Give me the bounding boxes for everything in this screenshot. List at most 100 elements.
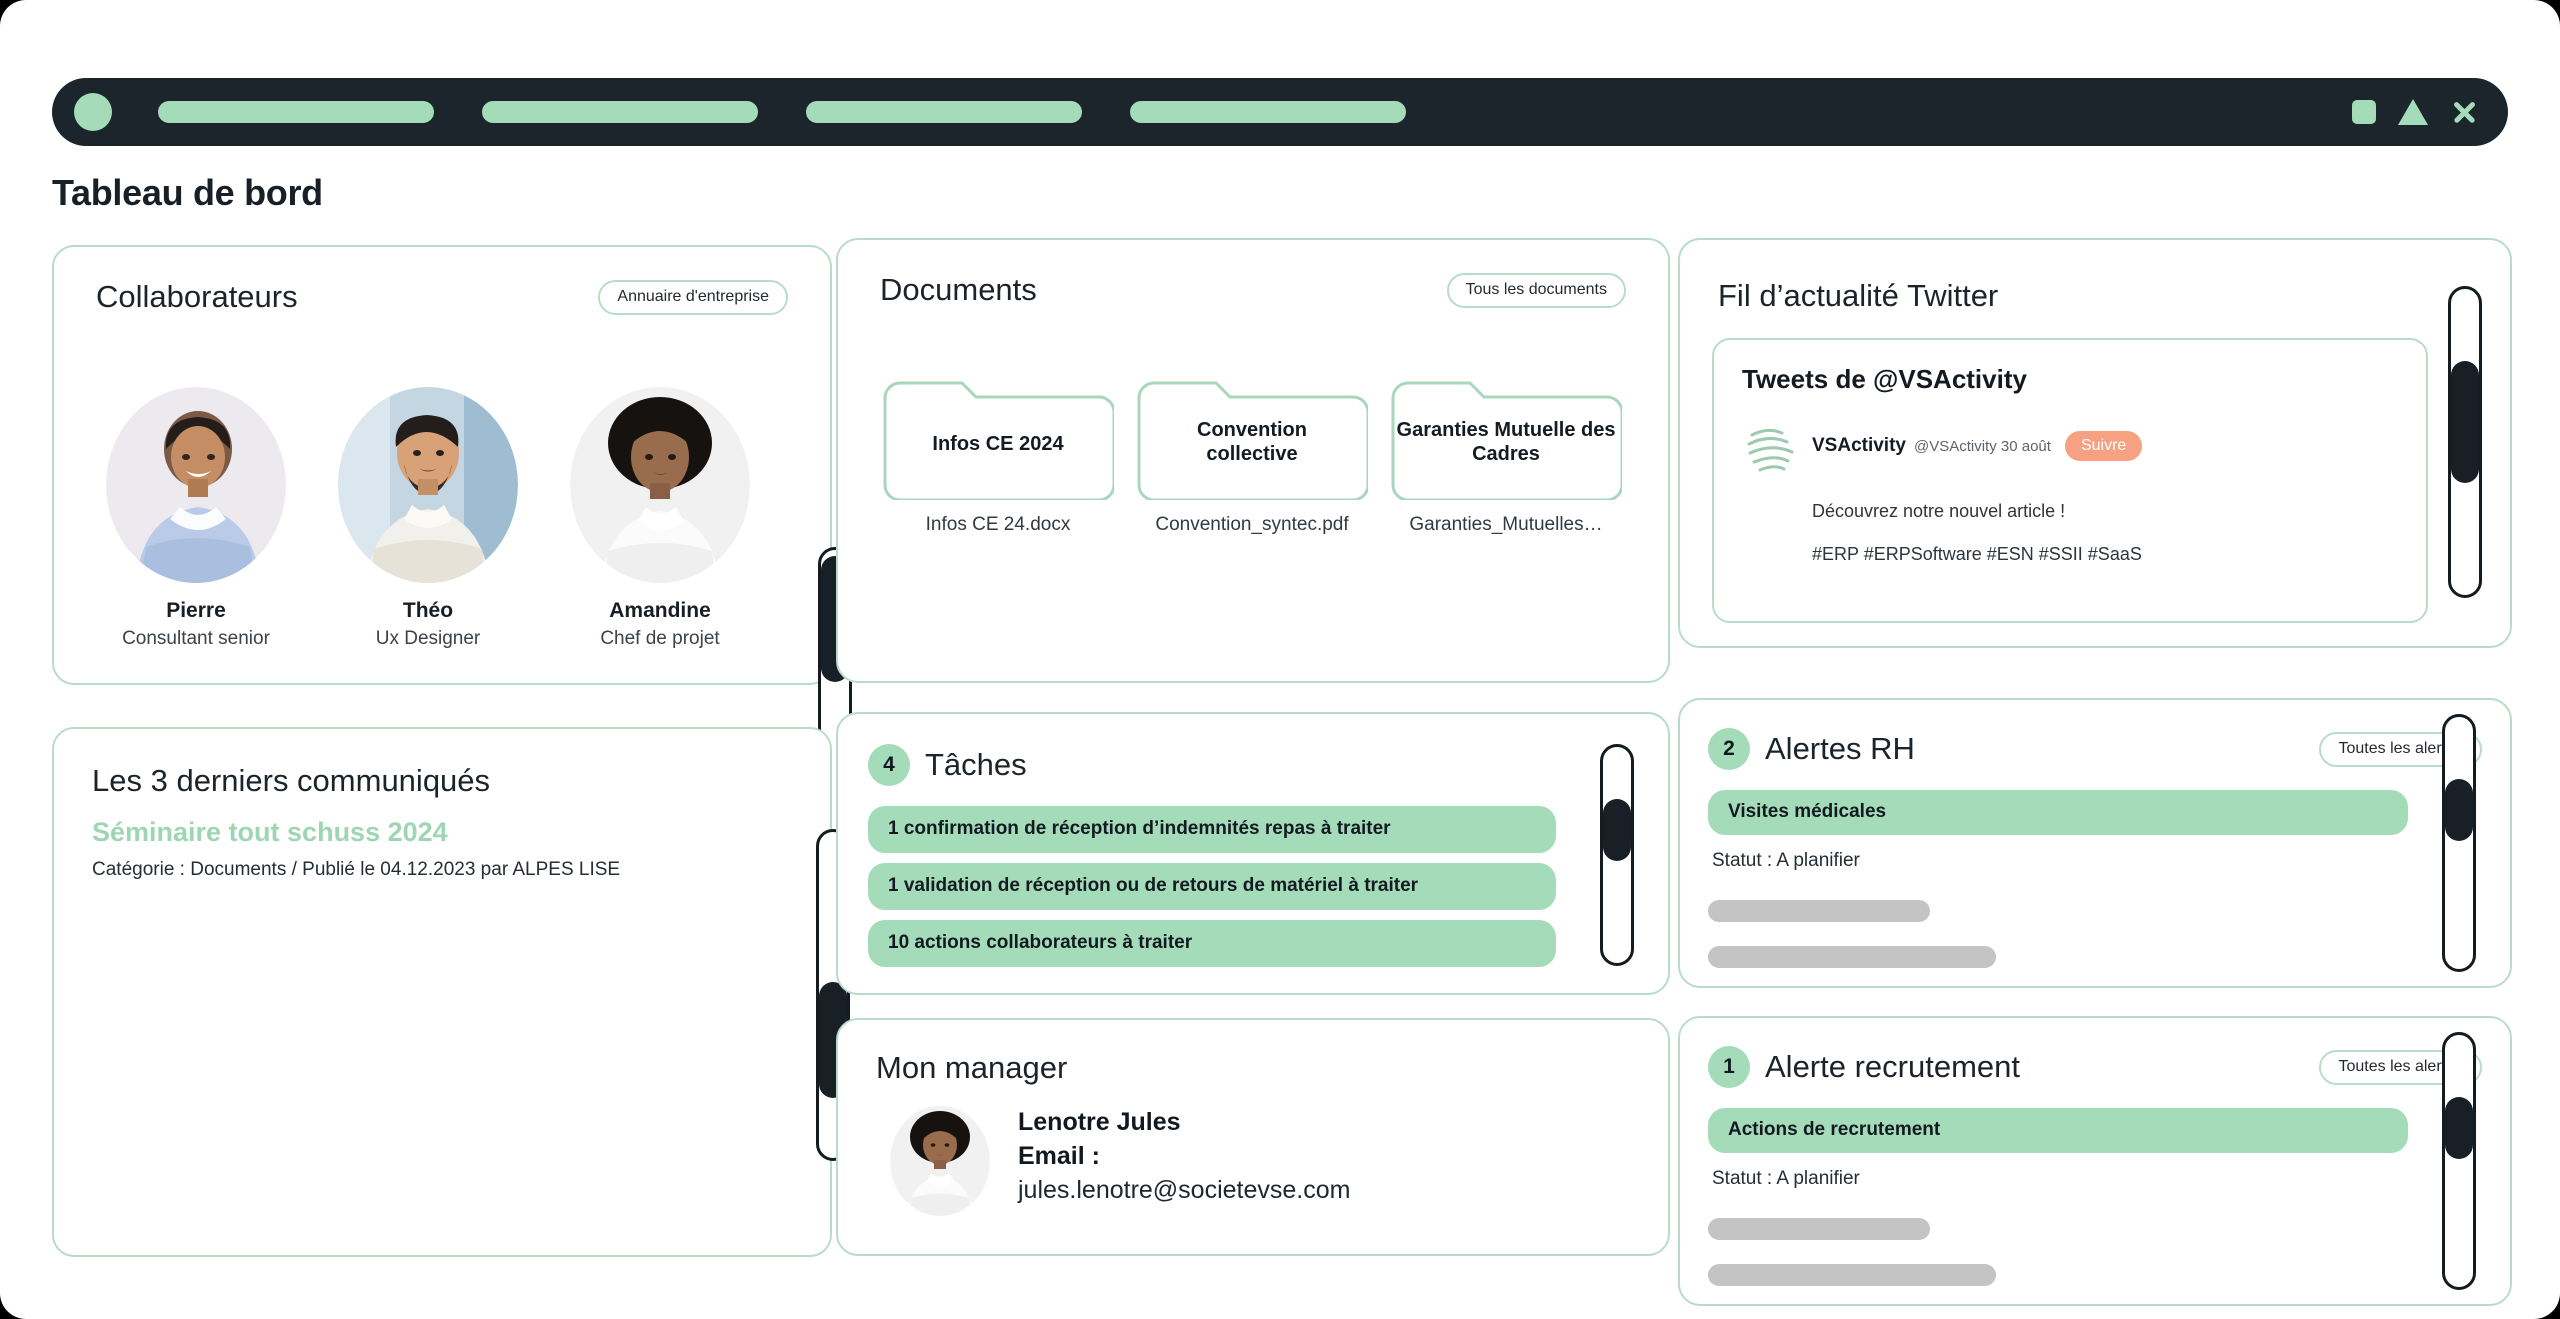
alert-status: Statut : A planifier [1712, 1168, 1860, 1189]
tweet-container: Tweets de @VSActivity VSActivity @VSActi… [1712, 338, 2428, 623]
taches-card: 4 Tâches 1 confirmation de réception d’i… [836, 712, 1670, 995]
communiques-card: Les 3 derniers communiqués Séminaire tou… [52, 727, 850, 1257]
close-icon[interactable] [2450, 98, 2478, 126]
taches-title: Tâches [925, 747, 1027, 782]
person-role: Ux Designer [375, 628, 481, 649]
triangle-icon[interactable] [2398, 99, 2428, 125]
vsactivity-logo-icon [1742, 421, 1800, 479]
person-name: Amandine [609, 599, 711, 622]
alertes-rh-card: 2 Alertes RH Toutes les alertes Visites … [1678, 698, 2512, 988]
avatar [570, 387, 750, 583]
scrollbar-thumb[interactable] [2445, 779, 2473, 841]
folder-label: Convention collective [1197, 419, 1307, 466]
scrollbar-thumb[interactable] [2451, 361, 2479, 483]
person-name: Théo [402, 599, 454, 622]
tweet-hashtags: #ERP #ERPSoftware #ESN #SSII #SaaS [1812, 544, 2142, 564]
taches-scrollbar[interactable] [1600, 744, 1634, 966]
scrollbar-thumb[interactable] [1603, 799, 1631, 861]
folder-filename: Infos CE 24.docx [925, 514, 1071, 535]
nav-pill-1[interactable] [158, 101, 434, 123]
list-item[interactable]: Convention collective Convention_syntec.… [1136, 380, 1368, 536]
manager-text: Lenotre Jules Email : jules.lenotre@soci… [1018, 1106, 1350, 1207]
taches-list: 1 confirmation de réception d’indemnités… [868, 806, 1556, 977]
tous-les-documents-button[interactable]: Tous les documents [1446, 272, 1626, 308]
folder-label: Infos CE 2024 [932, 433, 1064, 455]
person-role: Chef de projet [600, 628, 720, 649]
alert-item[interactable]: Actions de recrutement [1708, 1108, 2408, 1153]
folder-icon[interactable]: Garanties Mutuelle des Cadres [1390, 380, 1622, 500]
list-item[interactable]: Théo Ux Designer [338, 387, 518, 650]
square-icon[interactable] [2352, 100, 2376, 124]
collaborateurs-list: Pierre Consultant senior Théo Ux Designe… [106, 387, 750, 650]
taches-header: 4 Tâches [868, 744, 1027, 786]
collaborateurs-title: Collaborateurs [96, 279, 298, 314]
list-item[interactable]: 1 validation de réception ou de retours … [868, 863, 1556, 910]
folder-icon[interactable]: Convention collective [1136, 380, 1368, 500]
alerte-recrutement-scrollbar[interactable] [2442, 1032, 2476, 1290]
avatar [338, 387, 518, 583]
list-item[interactable]: Infos CE 2024 Infos CE 24.docx [882, 380, 1114, 536]
alerte-recrutement-title: Alerte recrutement [1765, 1049, 2020, 1084]
page-title: Tableau de bord [52, 172, 323, 213]
window-controls [2352, 98, 2478, 126]
documents-title: Documents [880, 272, 1037, 307]
mon-manager-card: Mon manager Lenotre Jules Email: jules.… [836, 1018, 1670, 1256]
communique-item-title[interactable]: Séminaire tout schuss 2024 [92, 817, 448, 848]
person-name: Pierre [166, 599, 226, 622]
taches-count-badge: 4 [868, 744, 910, 786]
top-navigation-bar [52, 78, 2508, 146]
alerte-recrutement-count-badge: 1 [1708, 1046, 1750, 1088]
annuaire-entreprise-button[interactable]: Annuaire d'entreprise [598, 279, 788, 315]
manager-name: Lenotre Jules [1018, 1108, 1181, 1136]
tweets-heading: Tweets de @VSActivity [1742, 364, 2027, 394]
list-item[interactable]: Garanties Mutuelle des Cadres Garanties_… [1390, 380, 1622, 536]
nav-pill-2[interactable] [482, 101, 758, 123]
collaborateurs-header: Collaborateurs Annuaire d'entreprise [96, 279, 788, 315]
folder-icon[interactable]: Infos CE 2024 [882, 380, 1114, 500]
placeholder-bar [1708, 946, 1996, 968]
list-item[interactable]: Pierre Consultant senior [106, 387, 286, 650]
collaborateurs-card: Collaborateurs Annuaire d'entreprise Pie… [52, 245, 852, 857]
alertes-rh-scrollbar[interactable] [2442, 714, 2476, 972]
twitter-feed-card: Fil d’actualité Twitter Tweets de @VSAct… [1678, 238, 2512, 648]
manager-email-label: Email : [1018, 1141, 1100, 1170]
documents-header: Documents Tous les documents [880, 272, 1626, 308]
nav-pill-4[interactable] [1130, 101, 1406, 123]
twitter-title: Fil d’actualité Twitter [1718, 278, 1999, 313]
app-logo-icon[interactable] [74, 93, 112, 131]
alertes-rh-count-badge: 2 [1708, 728, 1750, 770]
placeholder-bar [1708, 1218, 1930, 1240]
tweet-username: VSActivity [1812, 435, 1906, 456]
alertes-rh-title: Alertes RH [1765, 731, 1915, 766]
tweet-meta: VSActivity @VSActivity 30 août Suivre [1812, 421, 2143, 461]
placeholder-bar [1708, 900, 1930, 922]
alert-status: Statut : A planifier [1712, 850, 1860, 871]
follow-button[interactable]: Suivre [2064, 431, 2143, 461]
manager-details: Lenotre Jules Email : jules.lenotre@soci… [890, 1106, 1350, 1216]
alertes-rh-header: 2 Alertes RH Toutes les alertes [1708, 728, 2482, 770]
documents-card: Documents Tous les documents Infos CE 20… [836, 238, 1670, 683]
communiques-title: Les 3 derniers communiqués [92, 763, 491, 798]
list-item[interactable]: Amandine Chef de projet [570, 387, 750, 650]
placeholder-bar [1708, 1264, 1996, 1286]
manager-title: Mon manager [876, 1050, 1068, 1085]
manager-email[interactable]: jules.lenotre@societevse.com [1018, 1174, 1350, 1208]
tweet-body: Découvrez notre nouvel article ! [1812, 501, 2066, 521]
alert-item[interactable]: Visites médicales [1708, 790, 2408, 835]
tweet-handle: @VSActivity 30 août [1913, 437, 2051, 455]
person-role: Consultant senior [122, 628, 270, 649]
dashboard-page: Tableau de bord Collaborateurs Annuaire … [0, 0, 2560, 1319]
list-item[interactable]: 10 actions collaborateurs à traiter [868, 920, 1556, 967]
twitter-scrollbar[interactable] [2448, 286, 2482, 598]
communique-item-meta: Catégorie : Documents / Publié le 04.12.… [92, 859, 621, 880]
nav-pill-3[interactable] [806, 101, 1082, 123]
list-item[interactable]: 1 confirmation de réception d’indemnités… [868, 806, 1556, 853]
folder-label: Garanties Mutuelle des Cadres [1396, 419, 1616, 466]
scrollbar-thumb[interactable] [2445, 1097, 2473, 1159]
tweet-header-row: VSActivity @VSActivity 30 août Suivre [1742, 421, 2398, 479]
avatar [106, 387, 286, 583]
alerte-recrutement-card: 1 Alerte recrutement Toutes les alertes … [1678, 1016, 2512, 1306]
documents-folder-list: Infos CE 2024 Infos CE 24.docx Conventio… [882, 380, 1622, 536]
folder-filename: Convention_syntec.pdf [1155, 514, 1349, 535]
folder-filename: Garanties_Mutuelles… [1409, 514, 1603, 535]
